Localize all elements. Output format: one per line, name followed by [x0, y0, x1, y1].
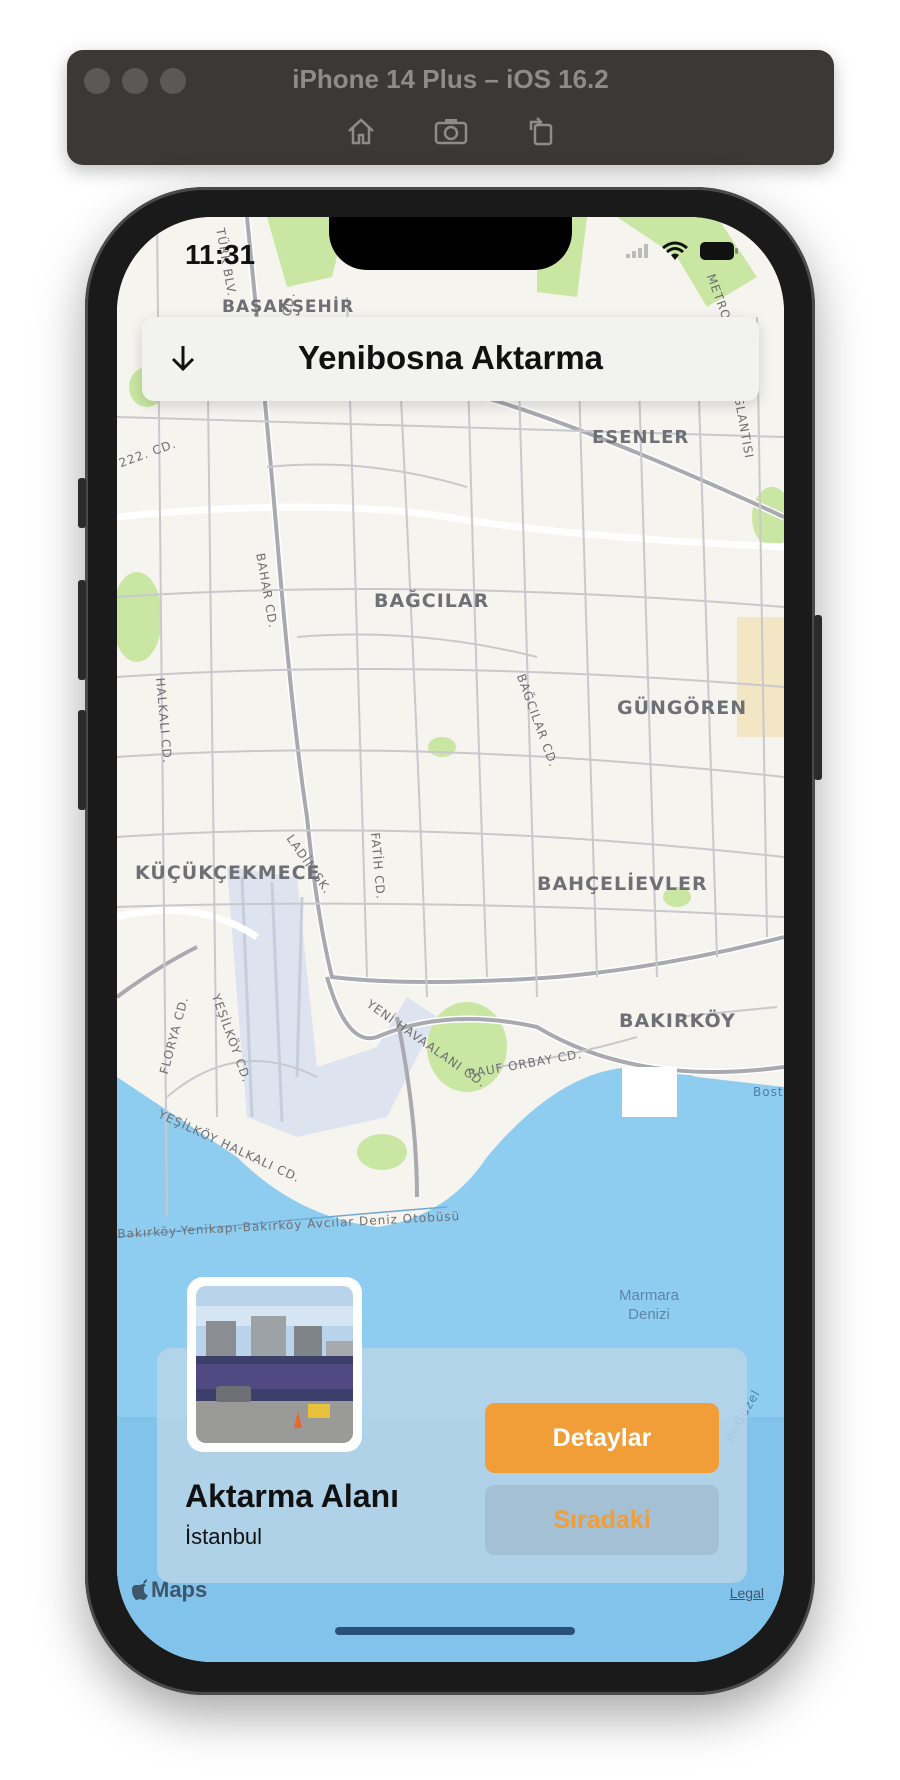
district-label: GÜNGÖREN [617, 697, 748, 719]
status-icons [626, 241, 740, 266]
volume-up-button [78, 580, 86, 680]
simulator-toolbar: iPhone 14 Plus – iOS 16.2 [67, 50, 834, 165]
wifi-icon [662, 241, 688, 266]
edge-label: Bost [753, 1085, 784, 1099]
next-button[interactable]: Sıradaki [485, 1485, 719, 1555]
home-indicator[interactable] [335, 1627, 575, 1635]
station-photo[interactable] [187, 1277, 362, 1452]
sea-label-line: Denizi [628, 1306, 670, 1323]
district-label: ESENLER [592, 427, 690, 448]
simulator-title: iPhone 14 Plus – iOS 16.2 [292, 64, 609, 94]
page-title: Yenibosna Aktarma [297, 339, 604, 376]
home-icon[interactable] [342, 112, 380, 150]
location-subtitle: İstanbul [185, 1524, 263, 1549]
volume-down-button [78, 710, 86, 810]
district-label: BAHÇELİEVLER [537, 873, 708, 895]
screenshot-icon[interactable] [432, 112, 470, 150]
header-card: Yenibosna Aktarma [142, 317, 759, 401]
district-label: BAKIRKÖY [619, 1010, 736, 1032]
battery-icon [700, 241, 740, 266]
silent-switch [78, 478, 86, 528]
signal-icon [626, 244, 650, 263]
notch [329, 217, 572, 270]
district-label: BAĞCILAR [374, 590, 490, 612]
sea-label: Marmara Denizi [619, 1286, 679, 1324]
power-button [814, 615, 822, 780]
details-button[interactable]: Detaylar [485, 1403, 719, 1473]
status-time: 11:31 [185, 239, 256, 270]
phone-screen: BAŞAKŞEHİR ESENLER BAĞCILAR GÜNGÖREN KÜÇ… [117, 217, 784, 1662]
location-title: Aktarma Alanı [185, 1478, 399, 1514]
rotate-icon[interactable] [522, 112, 560, 150]
sea-label-line: Marmara [619, 1287, 680, 1304]
district-label: KÜÇÜKÇEKMECE [135, 862, 321, 884]
legal-link[interactable]: Legal [730, 1585, 764, 1601]
apple-logo-icon [132, 1579, 148, 1600]
